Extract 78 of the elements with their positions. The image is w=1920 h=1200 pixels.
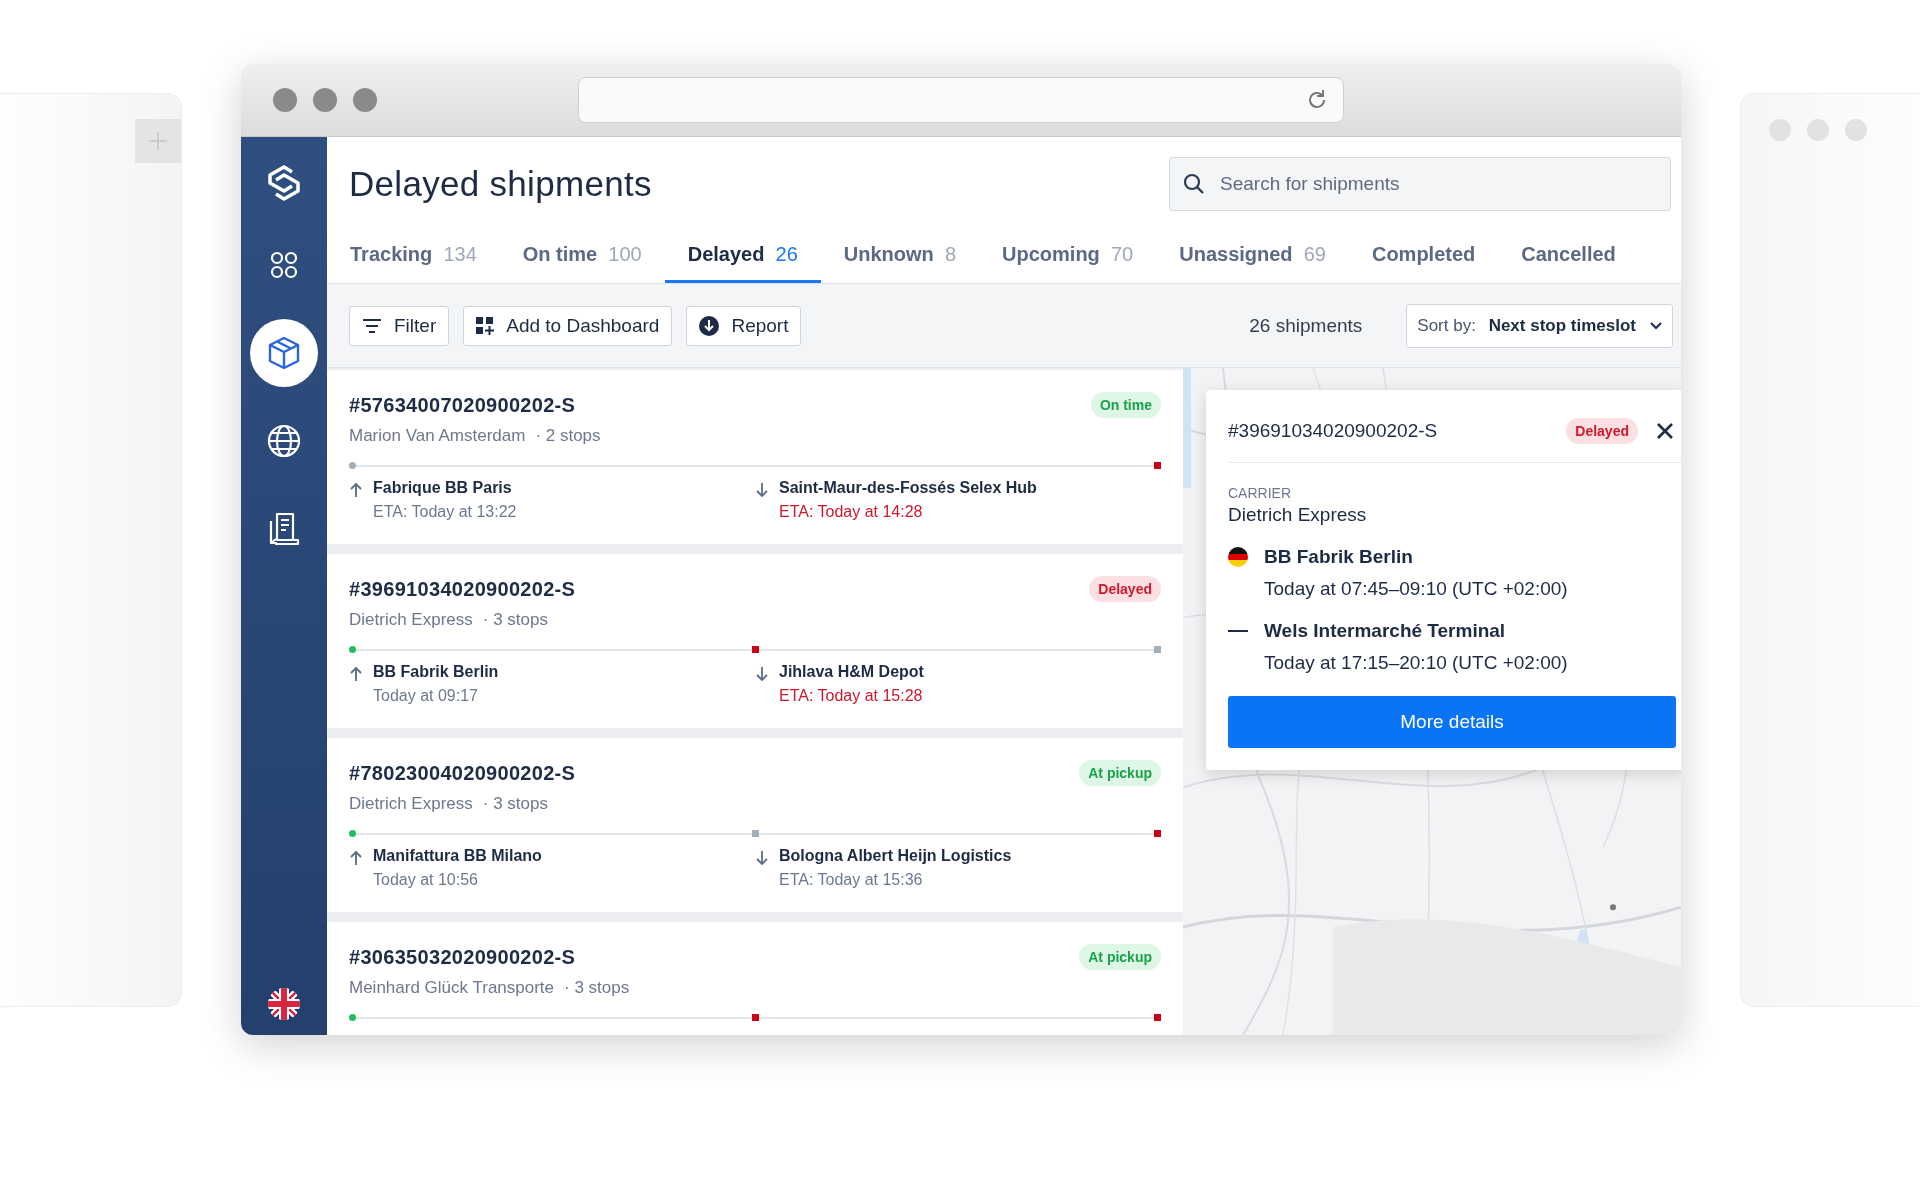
sort-dropdown[interactable]: Sort by: Next stop timeslot (1406, 303, 1673, 348)
search-icon (1183, 173, 1205, 195)
apps-icon (268, 249, 300, 281)
dash-icon (1228, 629, 1248, 633)
tab[interactable]: Unknown 8 (820, 231, 980, 283)
carrier-name: Meinhard Glück Transporte (349, 978, 555, 998)
status-badge: At pickup (1079, 944, 1161, 970)
uk-flag-icon[interactable] (267, 987, 301, 1021)
arrow-down-icon (755, 666, 769, 682)
shipment-id: #57634007020900202-S (349, 393, 576, 417)
minimize-window-button[interactable] (313, 88, 337, 112)
tab[interactable]: Upcoming 70 (979, 231, 1157, 283)
arrow-up-icon (349, 666, 363, 682)
stop-time: Today at 07:45–09:10 (UTC +02:00) (1264, 578, 1568, 600)
stop-time: Today at 17:15–20:10 (UTC +02:00) (1264, 652, 1568, 674)
status-badge: Delayed (1566, 418, 1638, 444)
document-stack-icon (267, 511, 301, 547)
shipment-id: #39691034020900202-S (1228, 420, 1439, 442)
report-button[interactable]: Report (686, 305, 802, 346)
arrow-up-icon (349, 850, 363, 866)
carrier-name: Dietrich Express (349, 794, 473, 814)
stop-count: · 3 stops (482, 610, 548, 630)
tab[interactable]: Cancelled (1498, 231, 1639, 283)
close-icon[interactable] (1656, 422, 1674, 440)
stop-time: Today at 10:56 (373, 871, 479, 889)
tab[interactable]: Completed (1348, 231, 1499, 283)
search-field[interactable]: Search for shipments (1169, 157, 1671, 211)
status-badge: At pickup (1079, 760, 1161, 786)
close-window-button[interactable] (273, 88, 297, 112)
shipment-id: #78023004020900202-S (349, 761, 576, 785)
arrow-up-icon (349, 482, 363, 498)
add-widget-icon (476, 316, 495, 335)
stop-name: Wels Intermarché Terminal (1264, 620, 1507, 642)
tab[interactable]: On time 100 (499, 231, 665, 283)
filter-icon (362, 317, 382, 334)
shipment-id: #30635032020900202-S (349, 945, 576, 969)
stop-count: · 2 stops (535, 426, 601, 446)
download-icon (699, 315, 720, 336)
tab[interactable]: Tracking 134 (327, 231, 500, 283)
page-title: Delayed shipments (349, 164, 652, 204)
status-badge: Delayed (1089, 576, 1161, 602)
stop-time: ETA: Today at 15:28 (779, 687, 924, 705)
status-badge: On time (1090, 392, 1161, 418)
carrier-name: Dietrich Express (349, 610, 473, 630)
stop-time: ETA: Today at 13:22 (373, 503, 517, 521)
shipment-card[interactable]: #39691034020900202-S Delayed Dietrich Express · 3 stops BB Fabrik Berlin Today at 09:17 Jihlava H&M Depot ETA: Today at 15:28 (327, 554, 1183, 728)
arrow-down-icon (755, 482, 769, 498)
shipment-card[interactable]: #30635032020900202-S At pickup Meinhard Glück Transporte · 3 stops (327, 922, 1183, 1035)
filter-button[interactable]: Filter (349, 305, 450, 346)
shipment-card[interactable]: #78023004020900202-S At pickup Dietrich Express · 3 stops Manifattura BB Milano Today at 10:56 Bologna Albert Heijn Logistics ETA: Today at 15:36 (327, 738, 1183, 912)
plus-icon (147, 130, 169, 152)
zoom-window-button[interactable] (353, 88, 377, 112)
field-label: CARRIER (1228, 485, 1292, 501)
arrow-down-icon (755, 850, 769, 866)
add-to-dashboard-button[interactable]: Add to Dashboard (463, 305, 673, 346)
carrier-name: Dietrich Express (1228, 504, 1368, 526)
germany-flag-icon (1228, 547, 1248, 567)
stop-time: Today at 09:17 (373, 687, 479, 705)
stop-name: BB Fabrik Berlin (373, 663, 499, 681)
carrier-name: Marion Van Amsterdam (349, 426, 526, 446)
stop-name: BB Fabrik Berlin (1264, 546, 1414, 568)
stop-time: ETA: Today at 14:28 (779, 503, 924, 521)
stop-name: Bologna Albert Heijn Logistics (779, 847, 1012, 865)
stop-name: Saint-Maur-des-Fossés Selex Hub (779, 479, 1037, 497)
shipment-card[interactable]: #57634007020900202-S On time Marion Van Amsterdam · 2 stops Fabrique BB Paris ETA: Today at 13:22 Saint-Maur-des-Fossés Selex Hub ETA: Today at 14:28 (327, 370, 1183, 544)
globe-icon (266, 423, 302, 459)
tab[interactable]: Unassigned 69 (1156, 231, 1349, 283)
shipment-id: #39691034020900202-S (349, 577, 576, 601)
stop-time: ETA: Today at 15:36 (779, 871, 924, 889)
stop-name: Manifattura BB Milano (373, 847, 542, 865)
chevron-down-icon (1650, 321, 1662, 330)
stop-name: Fabrique BB Paris (373, 479, 513, 497)
stop-name: Jihlava H&M Depot (779, 663, 924, 681)
stop-count: · 3 stops (482, 794, 548, 814)
more-details-button[interactable]: More details (1228, 696, 1676, 748)
shipment-count: 26 shipments (1249, 314, 1363, 337)
stop-count: · 3 stops (564, 978, 630, 998)
box-icon (266, 335, 302, 371)
